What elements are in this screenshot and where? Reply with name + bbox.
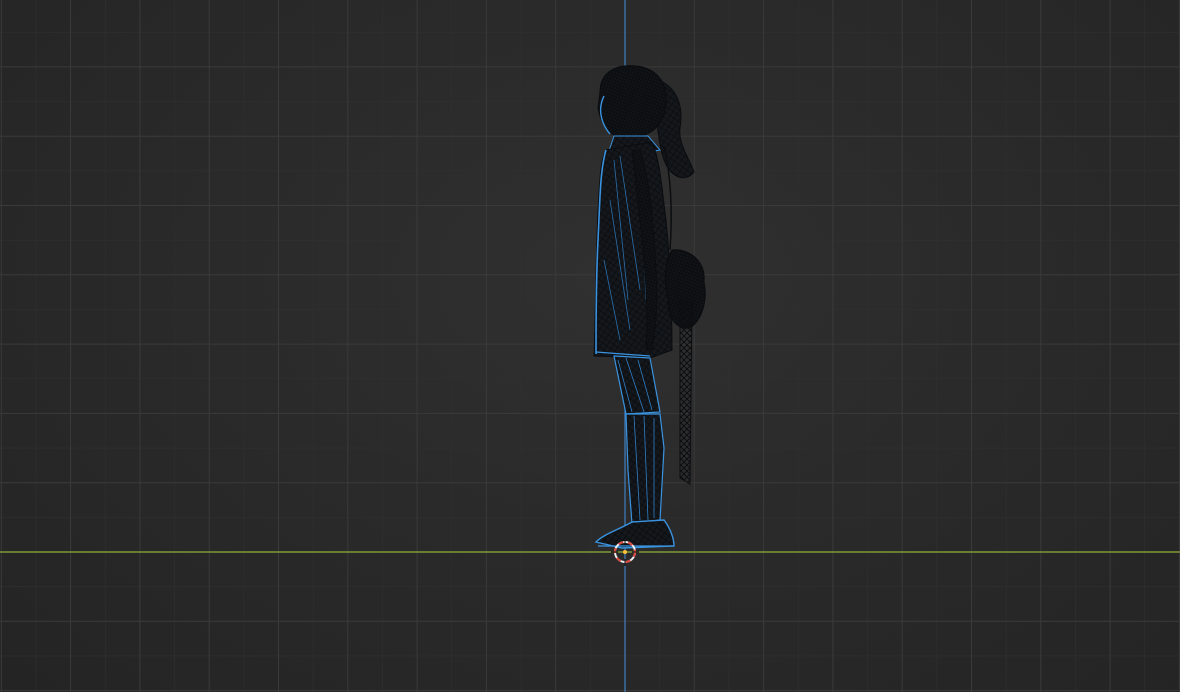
origin-dot-icon — [623, 550, 627, 554]
shin — [625, 413, 665, 525]
jacket — [593, 141, 673, 359]
head — [597, 65, 667, 137]
character-mesh[interactable] — [0, 0, 1180, 692]
shoe — [594, 519, 675, 549]
thigh — [613, 355, 661, 415]
3d-viewport[interactable] — [0, 0, 1180, 692]
hanging-strap — [679, 299, 693, 485]
